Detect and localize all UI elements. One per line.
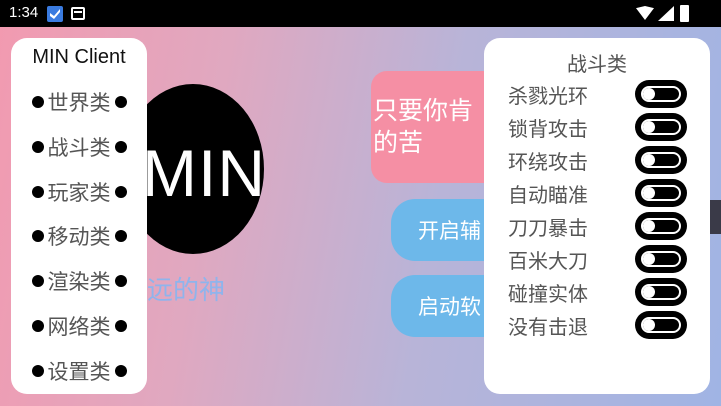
category-label: 设置类 — [47, 360, 111, 384]
module-row: 刀刀暴击 — [508, 210, 688, 242]
module-toggle[interactable] — [635, 311, 687, 339]
launch-app-label: 启动软 — [418, 295, 481, 319]
notification-bird-icon — [47, 6, 63, 22]
module-label: 刀刀暴击 — [508, 216, 588, 240]
bullet-dot-icon — [31, 96, 44, 108]
bullet-dot-icon — [114, 365, 127, 377]
combat-modules-panel: 战斗类 杀戮光环 锁背攻击 环绕攻击 自动瞄准 刀刀暴击 百米大刀 碰撞实体 没… — [484, 38, 710, 394]
module-label: 锁背攻击 — [508, 117, 588, 141]
module-row: 杀戮光环 — [508, 78, 688, 110]
bullet-dot-icon — [114, 320, 127, 332]
category-label: 战斗类 — [47, 136, 111, 160]
category-player[interactable]: 玩家类 — [11, 176, 147, 208]
category-movement[interactable]: 移动类 — [11, 220, 147, 252]
announcement-text: 只要你肯的苦 — [373, 96, 474, 157]
signal-icon — [658, 6, 674, 21]
category-world[interactable]: 世界类 — [11, 86, 147, 118]
category-combat[interactable]: 战斗类 — [11, 131, 147, 163]
module-row: 没有击退 — [508, 309, 688, 341]
logo-text: MIN — [142, 136, 266, 210]
module-row: 环绕攻击 — [508, 144, 688, 176]
client-title: MIN Client — [32, 46, 126, 68]
bullet-dot-icon — [114, 275, 127, 287]
category-network[interactable]: 网络类 — [11, 310, 147, 342]
bullet-dot-icon — [31, 320, 44, 332]
enable-assist-label: 开启辅 — [418, 219, 481, 243]
module-label: 没有击退 — [508, 315, 588, 339]
panel-title: 战斗类 — [567, 52, 627, 76]
wifi-icon — [636, 6, 654, 20]
module-toggle[interactable] — [635, 146, 687, 174]
bullet-dot-icon — [31, 230, 44, 242]
logo-subtitle: 远的神 — [147, 276, 226, 306]
category-label: 移动类 — [47, 225, 111, 249]
bullet-dot-icon — [114, 230, 127, 242]
category-label: 玩家类 — [47, 181, 111, 205]
module-toggle[interactable] — [635, 212, 687, 240]
category-label: 世界类 — [47, 91, 111, 115]
calendar-icon — [71, 7, 85, 20]
module-toggle[interactable] — [635, 245, 687, 273]
category-label: 渲染类 — [47, 270, 111, 294]
module-row: 百米大刀 — [508, 243, 688, 275]
module-toggle[interactable] — [635, 80, 687, 108]
bullet-dot-icon — [114, 141, 127, 153]
status-time: 1:34 — [9, 4, 39, 21]
module-row: 碰撞实体 — [508, 276, 688, 308]
edge-handle[interactable] — [709, 200, 721, 234]
category-menu: MIN Client 世界类 战斗类 玩家类 移动类 渲染类 网络类 设置类 — [11, 38, 147, 394]
bullet-dot-icon — [31, 275, 44, 287]
bullet-dot-icon — [31, 186, 44, 198]
status-bar: 1:34 — [0, 0, 721, 27]
category-render[interactable]: 渲染类 — [11, 265, 147, 297]
module-label: 环绕攻击 — [508, 150, 588, 174]
module-label: 杀戮光环 — [508, 84, 588, 108]
module-row: 锁背攻击 — [508, 111, 688, 143]
bullet-dot-icon — [31, 365, 44, 377]
module-row: 自动瞄准 — [508, 177, 688, 209]
module-label: 百米大刀 — [508, 249, 588, 273]
module-toggle[interactable] — [635, 113, 687, 141]
module-label: 自动瞄准 — [508, 183, 588, 207]
bullet-dot-icon — [114, 96, 127, 108]
module-toggle[interactable] — [635, 278, 687, 306]
category-settings[interactable]: 设置类 — [11, 355, 147, 387]
battery-icon — [680, 5, 689, 22]
module-label: 碰撞实体 — [508, 282, 588, 306]
category-label: 网络类 — [47, 315, 111, 339]
module-toggle[interactable] — [635, 179, 687, 207]
bullet-dot-icon — [31, 141, 44, 153]
bullet-dot-icon — [114, 186, 127, 198]
